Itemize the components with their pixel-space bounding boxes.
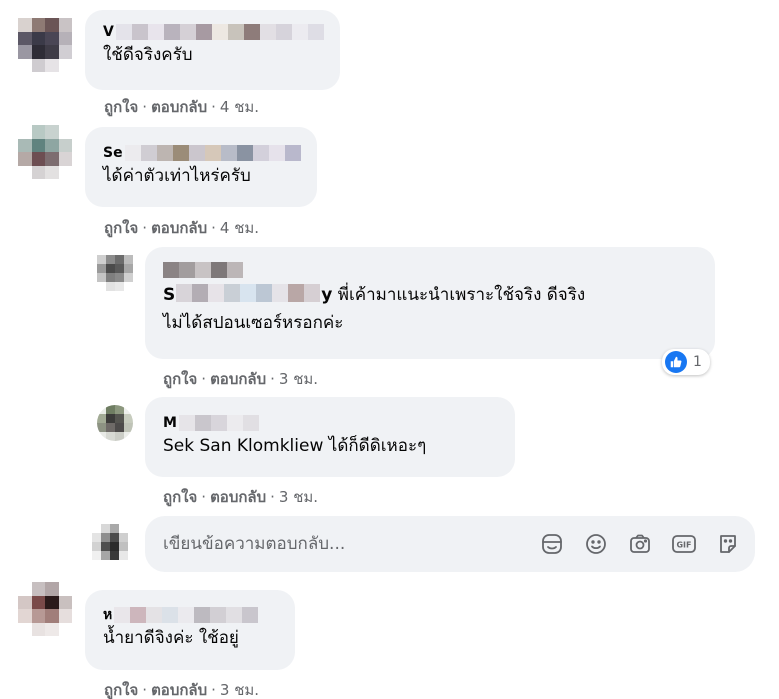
like-link[interactable]: ถูกใจ: [104, 681, 138, 699]
author-name[interactable]: Se: [103, 145, 123, 161]
comment-text-line2: ไม่ได้สปอนเซอร์หรอกค่ะ: [163, 313, 344, 333]
like-link[interactable]: ถูกใจ: [104, 98, 138, 116]
comment-bubble: ห น้ำยาดีจิงค่ะ ใช้อยู่: [85, 590, 295, 670]
comment-bubble: V ใช้ดีจริงครับ: [85, 10, 340, 90]
comment-author[interactable]: Se: [103, 144, 305, 162]
sticker-outline-icon[interactable]: [715, 531, 741, 557]
separator: ·: [142, 98, 148, 116]
comment-text-line1: พี่เค้ามาแนะนำเพราะใช้จริง ดีจริง: [337, 285, 586, 305]
reply-link[interactable]: ตอบกลับ: [151, 219, 207, 237]
comment-text: ได้ค่าตัวเท่าไหร่ครับ: [103, 166, 251, 186]
mention-link[interactable]: Sy: [163, 284, 332, 305]
gif-icon[interactable]: GIF: [671, 531, 697, 557]
comment-author[interactable]: ห: [103, 606, 283, 624]
avatar[interactable]: [97, 255, 133, 291]
timestamp[interactable]: 4 ชม.: [220, 98, 259, 116]
reply-input[interactable]: [163, 534, 539, 554]
separator: ·: [142, 681, 148, 699]
separator: ·: [142, 219, 148, 237]
avatar[interactable]: [18, 125, 72, 179]
blurred-name: [178, 415, 259, 431]
comment-actions: ถูกใจ · ตอบกลับ · 3 ชม.: [104, 678, 259, 699]
author-name[interactable]: ห: [103, 606, 112, 624]
reply-link[interactable]: ตอบกลับ: [151, 98, 207, 116]
comment-text: Sy พี่เค้ามาแนะนำเพราะใช้จริง ดีจริง: [163, 281, 703, 309]
like-icon: [665, 351, 687, 373]
blurred-name: [114, 607, 259, 623]
blurred-name: [115, 24, 324, 40]
comment-author[interactable]: [163, 261, 703, 279]
comment-actions: ถูกใจ · ตอบกลับ · 4 ชม.: [104, 216, 259, 240]
comment-bubble: Sy พี่เค้ามาแนะนำเพราะใช้จริง ดีจริง ไม่…: [145, 247, 715, 359]
avatar[interactable]: [97, 405, 133, 441]
comment-actions: ถูกใจ · ตอบกลับ · 3 ชม.: [163, 367, 318, 391]
separator: ·: [211, 219, 216, 237]
comment-text: ใช้ดีจริงครับ: [103, 45, 193, 65]
blurred-name: [124, 145, 301, 161]
separator: ·: [201, 488, 207, 506]
svg-text:GIF: GIF: [676, 541, 691, 550]
avatar[interactable]: [18, 18, 72, 72]
like-link[interactable]: ถูกใจ: [163, 370, 197, 388]
emoji-icon[interactable]: [583, 531, 609, 557]
timestamp[interactable]: 4 ชม.: [220, 219, 259, 237]
like-link[interactable]: ถูกใจ: [104, 219, 138, 237]
separator: ·: [270, 370, 275, 388]
author-name[interactable]: M: [163, 415, 177, 431]
comment-text: น้ำยาดีจิงค่ะ ใช้อยู่: [103, 628, 239, 648]
reaction-count: 1: [693, 354, 702, 370]
comment-author[interactable]: V: [103, 23, 328, 41]
author-name[interactable]: V: [103, 24, 114, 40]
camera-icon[interactable]: [627, 531, 653, 557]
comment-bubble: M Sek San Klomkliew ได้ก็ดีดิเหอะๆ: [145, 397, 515, 477]
timestamp[interactable]: 3 ชม.: [279, 370, 318, 388]
composer-icons: GIF: [539, 531, 741, 557]
timestamp[interactable]: 3 ชม.: [220, 681, 259, 699]
sticker-icon[interactable]: [539, 531, 565, 557]
comment-bubble: Se ได้ค่าตัวเท่าไหร่ครับ: [85, 127, 317, 207]
comment-author[interactable]: M: [163, 414, 503, 432]
reply-link[interactable]: ตอบกลับ: [151, 681, 207, 699]
comment-actions: ถูกใจ · ตอบกลับ · 3 ชม.: [163, 485, 318, 509]
reply-link[interactable]: ตอบกลับ: [210, 370, 266, 388]
like-link[interactable]: ถูกใจ: [163, 488, 197, 506]
comment-text: Sek San Klomkliew ได้ก็ดีดิเหอะๆ: [163, 436, 427, 456]
comment-actions: ถูกใจ · ตอบกลับ · 4 ชม.: [104, 95, 259, 119]
reply-link[interactable]: ตอบกลับ: [210, 488, 266, 506]
avatar[interactable]: [18, 582, 72, 636]
separator: ·: [201, 370, 207, 388]
separator: ·: [270, 488, 275, 506]
avatar: [92, 524, 128, 560]
reply-composer: GIF: [145, 516, 755, 572]
separator: ·: [211, 98, 216, 116]
separator: ·: [211, 681, 216, 699]
reaction-summary[interactable]: 1: [662, 349, 710, 375]
blurred-name: [163, 262, 243, 278]
timestamp[interactable]: 3 ชม.: [279, 488, 318, 506]
